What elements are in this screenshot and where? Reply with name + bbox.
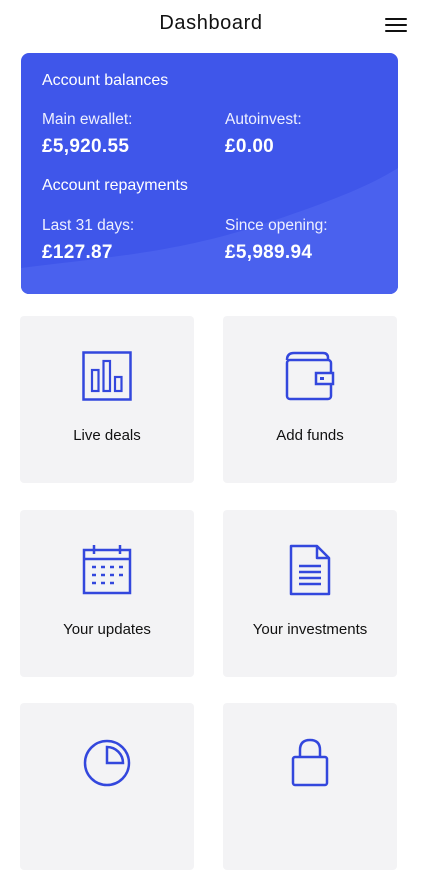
- page-title: Dashboard: [159, 12, 263, 34]
- since-opening-label: Since opening:: [225, 217, 328, 234]
- bar-chart-icon: [82, 351, 132, 401]
- account-balances-heading: Account balances: [42, 72, 169, 89]
- autoinvest-label: Autoinvest:: [225, 111, 302, 128]
- lock-icon: [291, 738, 329, 787]
- hamburger-menu-icon[interactable]: [383, 15, 409, 35]
- last-31-days-label: Last 31 days:: [42, 217, 135, 234]
- last-31-days-value: £127.87: [42, 242, 113, 263]
- document-icon: [289, 544, 331, 596]
- account-summary-card: Account balances Main ewallet: £5,920.55…: [21, 53, 398, 294]
- app-header: Dashboard: [0, 0, 422, 50]
- calendar-icon: [82, 545, 132, 595]
- wallet-icon: [285, 351, 335, 401]
- lock-tile[interactable]: [223, 703, 397, 870]
- pie-chart-icon: [83, 739, 131, 787]
- your-investments-label: Your investments: [252, 621, 368, 638]
- your-investments-tile[interactable]: Your investments: [223, 510, 397, 677]
- add-funds-label: Add funds: [276, 427, 344, 444]
- your-updates-tile[interactable]: Your updates: [20, 510, 194, 677]
- live-deals-tile[interactable]: Live deals: [20, 316, 194, 483]
- account-repayments-heading: Account repayments: [42, 177, 188, 194]
- live-deals-label: Live deals: [73, 427, 141, 444]
- your-updates-label: Your updates: [63, 621, 151, 638]
- pie-chart-tile[interactable]: [20, 703, 194, 870]
- main-ewallet-value: £5,920.55: [42, 136, 130, 157]
- main-ewallet-label: Main ewallet:: [42, 111, 133, 128]
- add-funds-tile[interactable]: Add funds: [223, 316, 397, 483]
- autoinvest-value: £0.00: [225, 136, 275, 157]
- since-opening-value: £5,989.94: [225, 242, 313, 263]
